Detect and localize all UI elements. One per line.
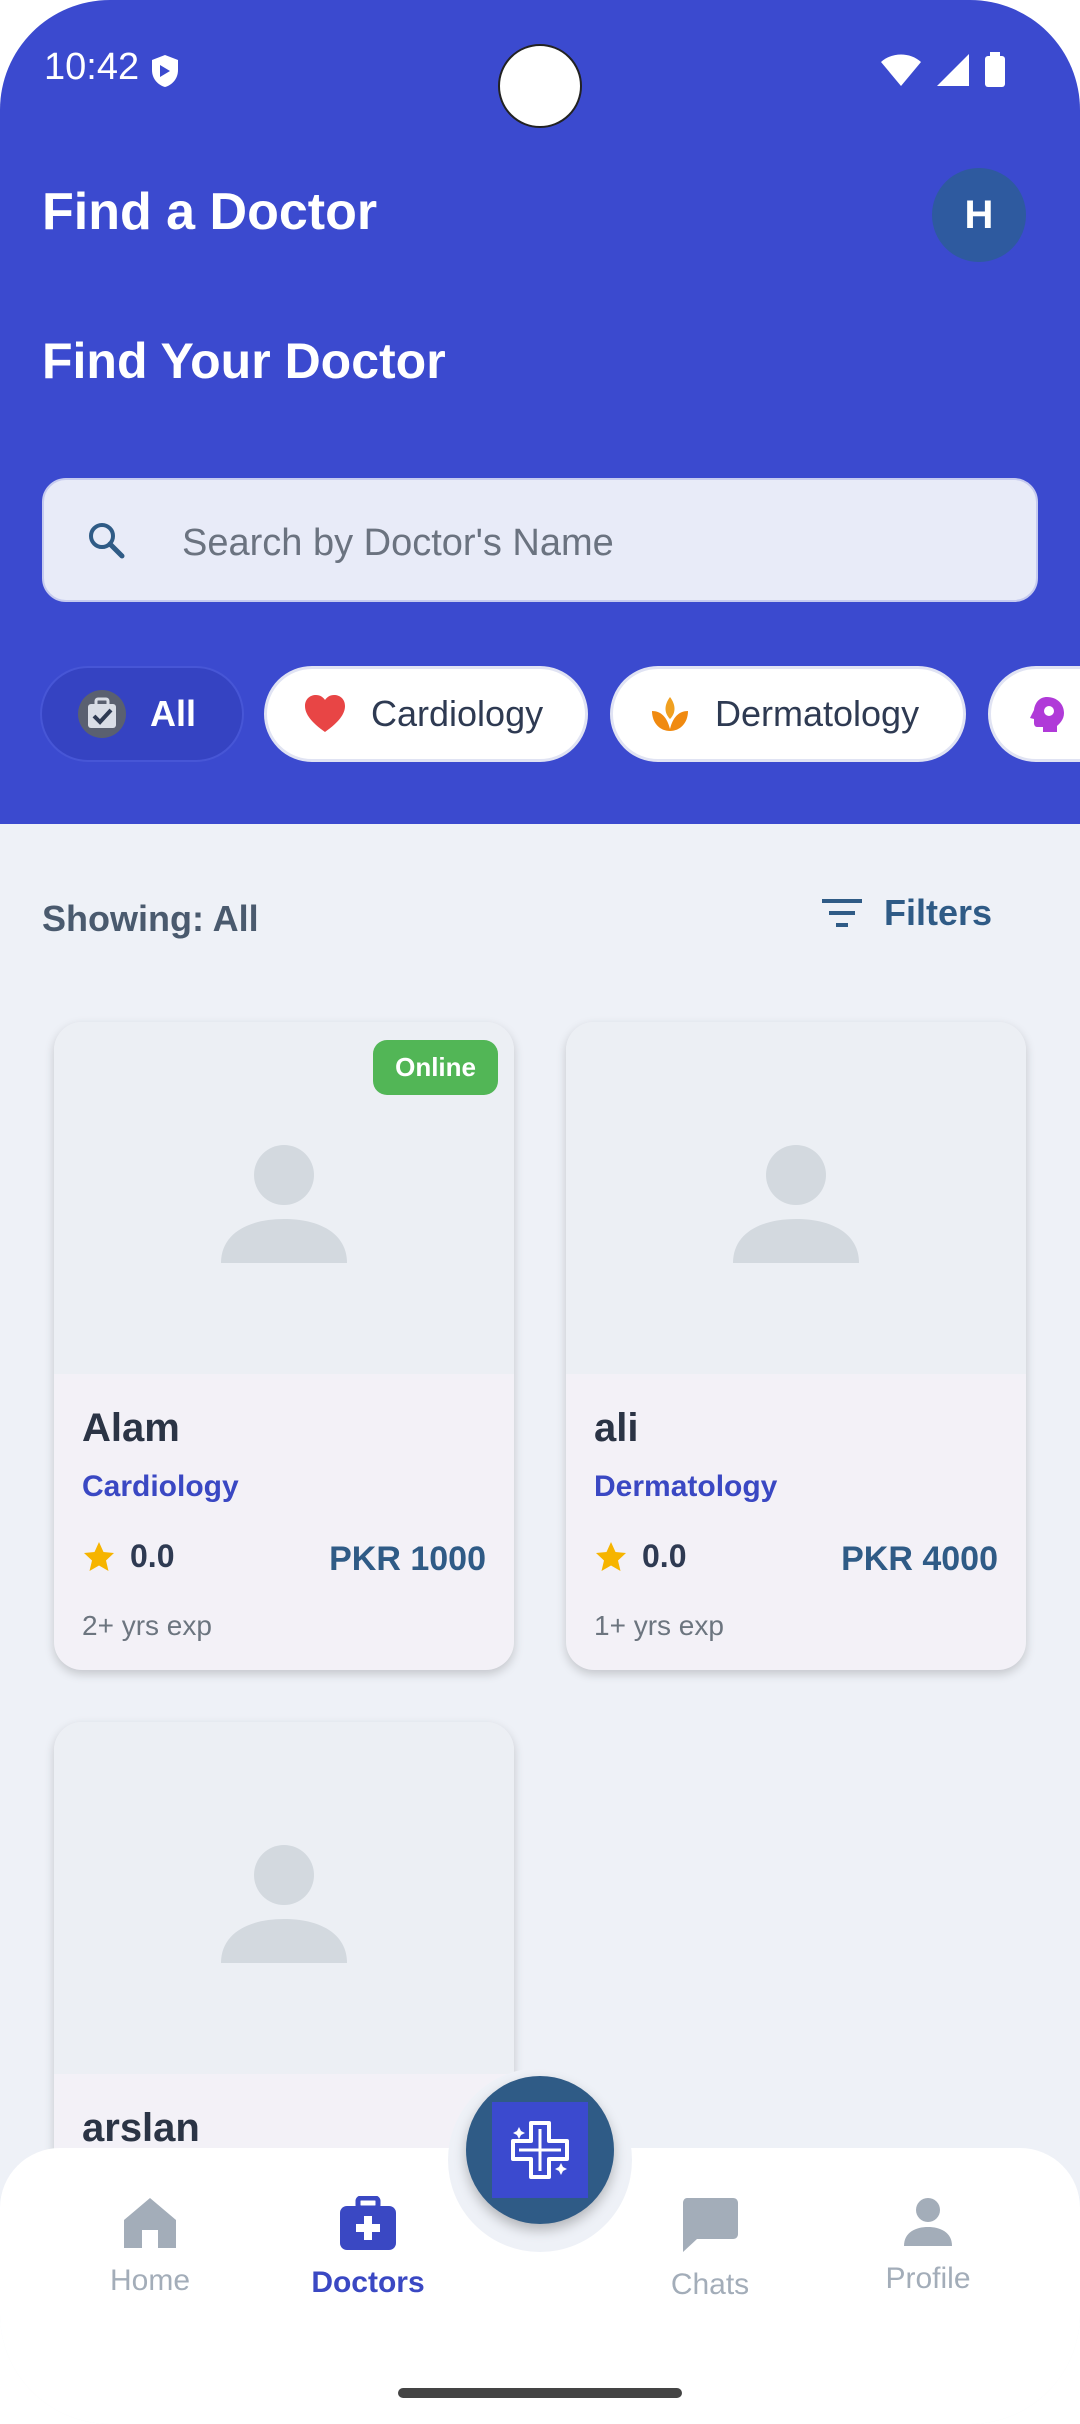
signal-icon [936, 53, 970, 92]
sparkle-plus-icon [511, 2121, 569, 2179]
chip-label: Dermatology [715, 693, 920, 734]
nav-label: Doctors [311, 2266, 425, 2299]
person-placeholder-icon [733, 1145, 859, 1263]
medical-bag-icon [340, 2196, 396, 2250]
chip-neurology[interactable] [988, 666, 1080, 762]
doctor-name: ali [594, 1406, 639, 1450]
doctor-photo [54, 1722, 514, 2074]
search-bar[interactable] [42, 478, 1038, 602]
doctor-experience: 1+ yrs exp [594, 1610, 724, 1641]
nav-chats[interactable]: Chats [610, 2196, 810, 2302]
category-chips: All Cardiology Dermatology [40, 666, 1080, 762]
doctor-specialty: Cardiology [82, 1470, 239, 1503]
doctor-photo [566, 1022, 1026, 1374]
doctor-experience: 2+ yrs exp [82, 1610, 212, 1641]
home-icon [124, 2198, 176, 2248]
filter-icon [822, 899, 862, 927]
person-placeholder-icon [221, 1145, 347, 1263]
nav-label: Profile [885, 2262, 971, 2295]
doctor-specialty: Dermatology [594, 1470, 778, 1503]
app-title: Find a Doctor [42, 183, 378, 241]
doctor-price: PKR 1000 [329, 1540, 486, 1578]
camera-cutout [498, 44, 582, 128]
rating-value: 0.0 [130, 1538, 175, 1574]
chip-label: All [150, 693, 197, 734]
nav-profile[interactable]: Profile [828, 2196, 1028, 2296]
showing-label: Showing: All [42, 898, 259, 939]
chat-icon [683, 2198, 738, 2252]
nav-label: Home [109, 2264, 191, 2297]
shield-icon [150, 54, 180, 93]
dermatology-icon [649, 693, 691, 735]
rating-value: 0.0 [642, 1538, 687, 1574]
heart-icon [303, 694, 347, 734]
filters-button[interactable]: Filters [822, 892, 992, 934]
status-icons [880, 52, 1006, 93]
search-icon [89, 523, 125, 559]
chip-all[interactable]: All [40, 666, 244, 762]
battery-icon [984, 52, 1006, 93]
person-icon [904, 2198, 952, 2246]
fab-inner [492, 2102, 588, 2198]
screen: 10:42 Find a Doctor H Find Your Doctor S… [0, 0, 1080, 2424]
star-icon [596, 1541, 626, 1571]
avatar[interactable]: H [932, 168, 1026, 262]
fab-button[interactable] [466, 2076, 614, 2224]
header: 10:42 Find a Doctor H Find Your Doctor S… [0, 0, 1080, 824]
star-icon [84, 1541, 114, 1571]
doctor-card[interactable]: Online Alam Cardiology 0.0 PKR 1000 2+ y… [54, 1022, 514, 1670]
doctor-price: PKR 4000 [841, 1540, 998, 1578]
doctor-card[interactable]: ali Dermatology 0.0 PKR 4000 1+ yrs exp [566, 1022, 1026, 1670]
search-input[interactable] [180, 510, 1004, 576]
section-title: Find Your Doctor [42, 333, 446, 389]
nav-home[interactable]: Home [50, 2196, 250, 2298]
doctor-name: Alam [82, 1406, 180, 1450]
doctor-rating: 0.0 [594, 1538, 686, 1575]
chip-label: Cardiology [371, 693, 544, 734]
filters-label: Filters [884, 892, 993, 933]
medical-bag-icon [78, 690, 126, 738]
online-badge: Online [373, 1040, 498, 1095]
nav-label: Chats [670, 2268, 750, 2301]
nav-doctors[interactable]: Doctors [268, 2196, 468, 2300]
chip-cardiology[interactable]: Cardiology [264, 666, 588, 762]
person-placeholder-icon [221, 1845, 347, 1963]
doctor-rating: 0.0 [82, 1538, 174, 1575]
status-time: 10:42 [44, 46, 140, 88]
chip-dermatology[interactable]: Dermatology [610, 666, 966, 762]
brain-icon [1027, 694, 1067, 734]
wifi-icon [880, 53, 922, 92]
doctor-name: arslan [82, 2106, 200, 2150]
home-indicator[interactable] [398, 2388, 682, 2398]
